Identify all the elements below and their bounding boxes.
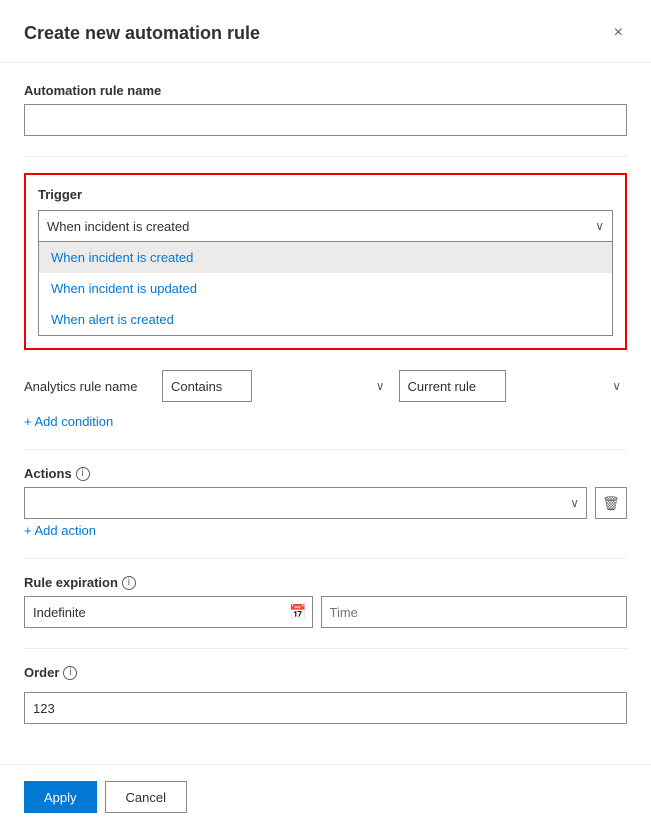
condition-value-select[interactable]: Current rule [399,370,506,402]
automation-rule-name-input[interactable] [24,104,627,136]
condition-row-1: Analytics rule name Contains ∨ Current r… [24,370,627,402]
actions-select[interactable] [24,487,587,519]
expiration-input-wrap: Indefinite 📅 [24,596,313,628]
modal-title: Create new automation rule [24,23,260,44]
condition-value-wrap: Current rule ∨ [399,370,628,402]
trigger-option-3[interactable]: When alert is created [39,304,612,335]
condition-operator-chevron: ∨ [376,379,385,393]
divider-4 [24,648,627,649]
calendar-icon: 📅 [289,604,306,620]
apply-button[interactable]: Apply [24,781,97,813]
trigger-label: Trigger [38,187,613,202]
condition-field-label: Analytics rule name [24,379,154,394]
trigger-chevron-icon: ∨ [595,219,604,233]
trigger-dropdown-selected[interactable]: When incident is created ∨ [38,210,613,242]
trigger-option-1[interactable]: When incident is created [39,242,612,273]
rule-expiration-section: Rule expiration i Indefinite 📅 [24,575,627,628]
divider-2 [24,449,627,450]
add-condition-button[interactable]: + Add condition [24,414,113,429]
order-label-row: Order i [24,665,627,680]
divider-1 [24,156,627,157]
actions-dropdown-wrap: ∨ [24,487,587,519]
trigger-dropdown-wrapper: When incident is created ∨ When incident… [38,210,613,336]
trigger-section: Trigger When incident is created ∨ When … [24,173,627,350]
add-action-button[interactable]: + Add action [24,523,96,538]
rule-expiration-label-row: Rule expiration i [24,575,627,590]
modal-header: Create new automation rule × [0,0,651,63]
trigger-selected-value: When incident is created [47,219,189,234]
expiration-row: Indefinite 📅 [24,596,627,628]
rule-expiration-label: Rule expiration [24,575,118,590]
actions-label-row: Actions i [24,466,627,481]
condition-value-chevron: ∨ [612,379,621,393]
modal-footer: Apply Cancel [0,764,651,829]
order-section: Order i 123 [24,665,627,724]
actions-delete-button[interactable]: 🗑 [595,487,627,519]
trigger-dropdown-options: When incident is created When incident i… [38,242,613,336]
cancel-button[interactable]: Cancel [105,781,187,813]
actions-info-icon: i [76,467,90,481]
automation-rule-name-label: Automation rule name [24,83,627,98]
condition-operator-wrap: Contains ∨ [162,370,391,402]
trash-icon: 🗑 [602,495,620,512]
calendar-icon-button[interactable]: 📅 [289,604,306,621]
trigger-option-2[interactable]: When incident is updated [39,273,612,304]
actions-label: Actions [24,466,72,481]
close-button[interactable]: × [610,20,627,46]
expiration-input[interactable]: Indefinite [24,596,313,628]
order-info-icon: i [63,666,77,680]
modal-body: Automation rule name Trigger When incide… [0,63,651,764]
time-input[interactable] [321,596,628,628]
order-label: Order [24,665,59,680]
order-input[interactable]: 123 [24,692,627,724]
create-automation-rule-modal: Create new automation rule × Automation … [0,0,651,829]
divider-3 [24,558,627,559]
actions-row: ∨ 🗑 [24,487,627,519]
automation-rule-name-section: Automation rule name [24,83,627,136]
actions-section: Actions i ∨ 🗑 + Add action [24,466,627,538]
rule-expiration-info-icon: i [122,576,136,590]
condition-operator-select[interactable]: Contains [162,370,252,402]
conditions-section: Analytics rule name Contains ∨ Current r… [24,370,627,429]
